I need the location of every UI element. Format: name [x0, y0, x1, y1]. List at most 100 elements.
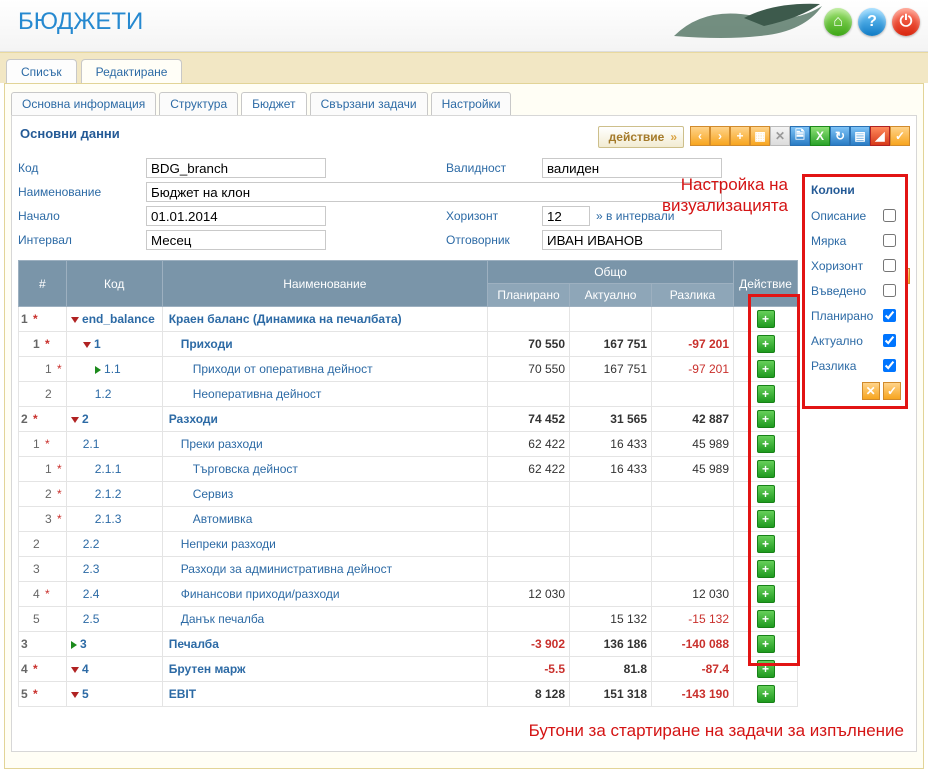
- collapse-icon[interactable]: [71, 417, 79, 423]
- row-action-button[interactable]: +: [757, 685, 775, 703]
- delete-button[interactable]: ✕: [770, 126, 790, 146]
- row-name-link[interactable]: Данък печалба: [181, 612, 264, 626]
- sub-tab[interactable]: Бюджет: [241, 92, 306, 116]
- input-code[interactable]: [146, 158, 326, 178]
- top-tab[interactable]: Списък: [6, 59, 77, 83]
- logout-button[interactable]: ⏻: [892, 8, 920, 36]
- row-action-button[interactable]: +: [757, 385, 775, 403]
- row-action-button[interactable]: +: [757, 410, 775, 428]
- row-name-link[interactable]: Автомивка: [193, 512, 253, 526]
- row-name-link[interactable]: Краен баланс (Динамика на печалбата): [169, 312, 402, 326]
- annotation-visualization: Настройка на визуализацията: [662, 174, 788, 217]
- input-name[interactable]: [146, 182, 722, 202]
- sub-tab[interactable]: Структура: [159, 92, 238, 116]
- row-action-button[interactable]: +: [757, 560, 775, 578]
- row-name-link[interactable]: Приходи от оперативна дейност: [193, 362, 373, 376]
- input-owner[interactable]: [542, 230, 722, 250]
- row-name-link[interactable]: Приходи: [181, 337, 233, 351]
- row-name-link[interactable]: Разходи за административна дейност: [181, 562, 392, 576]
- row-code-link[interactable]: 2: [82, 412, 89, 426]
- row-code-link[interactable]: 2.5: [83, 612, 100, 626]
- confirm-button[interactable]: ✓: [890, 126, 910, 146]
- row-code-link[interactable]: 4: [82, 662, 89, 676]
- row-code-link[interactable]: 2.1.1: [95, 462, 122, 476]
- row-action-button[interactable]: +: [757, 460, 775, 478]
- row-code-link[interactable]: 2.3: [83, 562, 100, 576]
- row-code-link[interactable]: 3: [80, 637, 87, 651]
- export-excel-button[interactable]: X: [810, 126, 830, 146]
- row-name-link[interactable]: Непреки разходи: [181, 537, 276, 551]
- home-button[interactable]: ⌂: [824, 8, 852, 36]
- calc-button[interactable]: ▤: [850, 126, 870, 146]
- label-horizon: Хоризонт: [446, 206, 532, 226]
- row-code-link[interactable]: 2.1.2: [95, 487, 122, 501]
- label-owner: Отговорник: [446, 230, 532, 250]
- help-button[interactable]: ?: [858, 8, 886, 36]
- row-action-button[interactable]: +: [757, 335, 775, 353]
- row-name-link[interactable]: Печалба: [169, 637, 219, 651]
- nav-next-button[interactable]: ›: [710, 126, 730, 146]
- collapse-icon[interactable]: [83, 342, 91, 348]
- action-dropdown[interactable]: действие »: [598, 126, 684, 148]
- row-action-button[interactable]: +: [757, 485, 775, 503]
- table-row: 3 *2.1.3Автомивка+: [19, 507, 798, 532]
- th-diff: Разлика: [652, 284, 734, 307]
- export-doc-button[interactable]: 🗎: [790, 126, 810, 146]
- row-action-button[interactable]: +: [757, 535, 775, 553]
- sub-tab[interactable]: Основна информация: [11, 92, 156, 116]
- row-code-link[interactable]: 1.2: [95, 387, 112, 401]
- table-row: 1 * 1.1Приходи от оперативна дейност70 5…: [19, 357, 798, 382]
- row-action-button[interactable]: +: [757, 635, 775, 653]
- collapse-icon[interactable]: [71, 317, 79, 323]
- column-option-checkbox[interactable]: [883, 234, 896, 247]
- expand-icon[interactable]: [95, 366, 101, 374]
- table-row: 52.5Данък печалба15 132-15 132+: [19, 607, 798, 632]
- row-name-link[interactable]: Финансови приходи/разходи: [181, 587, 340, 601]
- edit-marker-button[interactable]: ◢: [870, 126, 890, 146]
- row-code-link[interactable]: end_balance: [82, 312, 155, 326]
- row-action-button[interactable]: +: [757, 360, 775, 378]
- row-code-link[interactable]: 2.2: [83, 537, 100, 551]
- top-tab[interactable]: Редактиране: [81, 59, 183, 83]
- table-row: 4 * 4Брутен марж-5.581.8-87.4+: [19, 657, 798, 682]
- label-start: Начало: [18, 206, 136, 226]
- row-action-button[interactable]: +: [757, 310, 775, 328]
- collapse-icon[interactable]: [71, 692, 79, 698]
- input-horizon[interactable]: [542, 206, 590, 226]
- expand-icon[interactable]: [71, 641, 77, 649]
- table-row: 32.3Разходи за административна дейност+: [19, 557, 798, 582]
- input-start[interactable]: [146, 206, 326, 226]
- row-code-link[interactable]: 1: [94, 337, 101, 351]
- th-code: Код: [66, 261, 162, 307]
- row-code-link[interactable]: 1.1: [104, 362, 121, 376]
- row-code-link[interactable]: 5: [82, 687, 89, 701]
- row-action-button[interactable]: +: [757, 585, 775, 603]
- row-name-link[interactable]: Преки разходи: [181, 437, 263, 451]
- row-action-button[interactable]: +: [757, 610, 775, 628]
- sub-tab[interactable]: Свързани задачи: [310, 92, 428, 116]
- row-code-link[interactable]: 2.1: [83, 437, 100, 451]
- copy-button[interactable]: ▦: [750, 126, 770, 146]
- sub-tab[interactable]: Настройки: [431, 92, 512, 116]
- row-action-button[interactable]: +: [757, 510, 775, 528]
- budget-table: # Код Наименование Общо Действие Планира…: [18, 260, 798, 707]
- column-option: Описание: [809, 203, 901, 228]
- collapse-icon[interactable]: [71, 667, 79, 673]
- row-name-link[interactable]: Разходи: [169, 412, 218, 426]
- row-name-link[interactable]: Търговска дейност: [193, 462, 298, 476]
- refresh-button[interactable]: ↻: [830, 126, 850, 146]
- row-action-button[interactable]: +: [757, 435, 775, 453]
- nav-prev-button[interactable]: ‹: [690, 126, 710, 146]
- row-name-link[interactable]: Сервиз: [193, 487, 234, 501]
- th-action: Действие: [734, 261, 798, 307]
- app-header: БЮДЖЕТИ ⌂ ? ⏻: [0, 0, 928, 52]
- column-option-checkbox[interactable]: [883, 209, 896, 222]
- input-interval[interactable]: [146, 230, 326, 250]
- row-name-link[interactable]: Брутен марж: [169, 662, 246, 676]
- row-code-link[interactable]: 2.4: [83, 587, 100, 601]
- row-action-button[interactable]: +: [757, 660, 775, 678]
- row-code-link[interactable]: 2.1.3: [95, 512, 122, 526]
- row-name-link[interactable]: EBIT: [169, 687, 196, 701]
- row-name-link[interactable]: Неоперативна дейност: [193, 387, 322, 401]
- add-button[interactable]: +: [730, 126, 750, 146]
